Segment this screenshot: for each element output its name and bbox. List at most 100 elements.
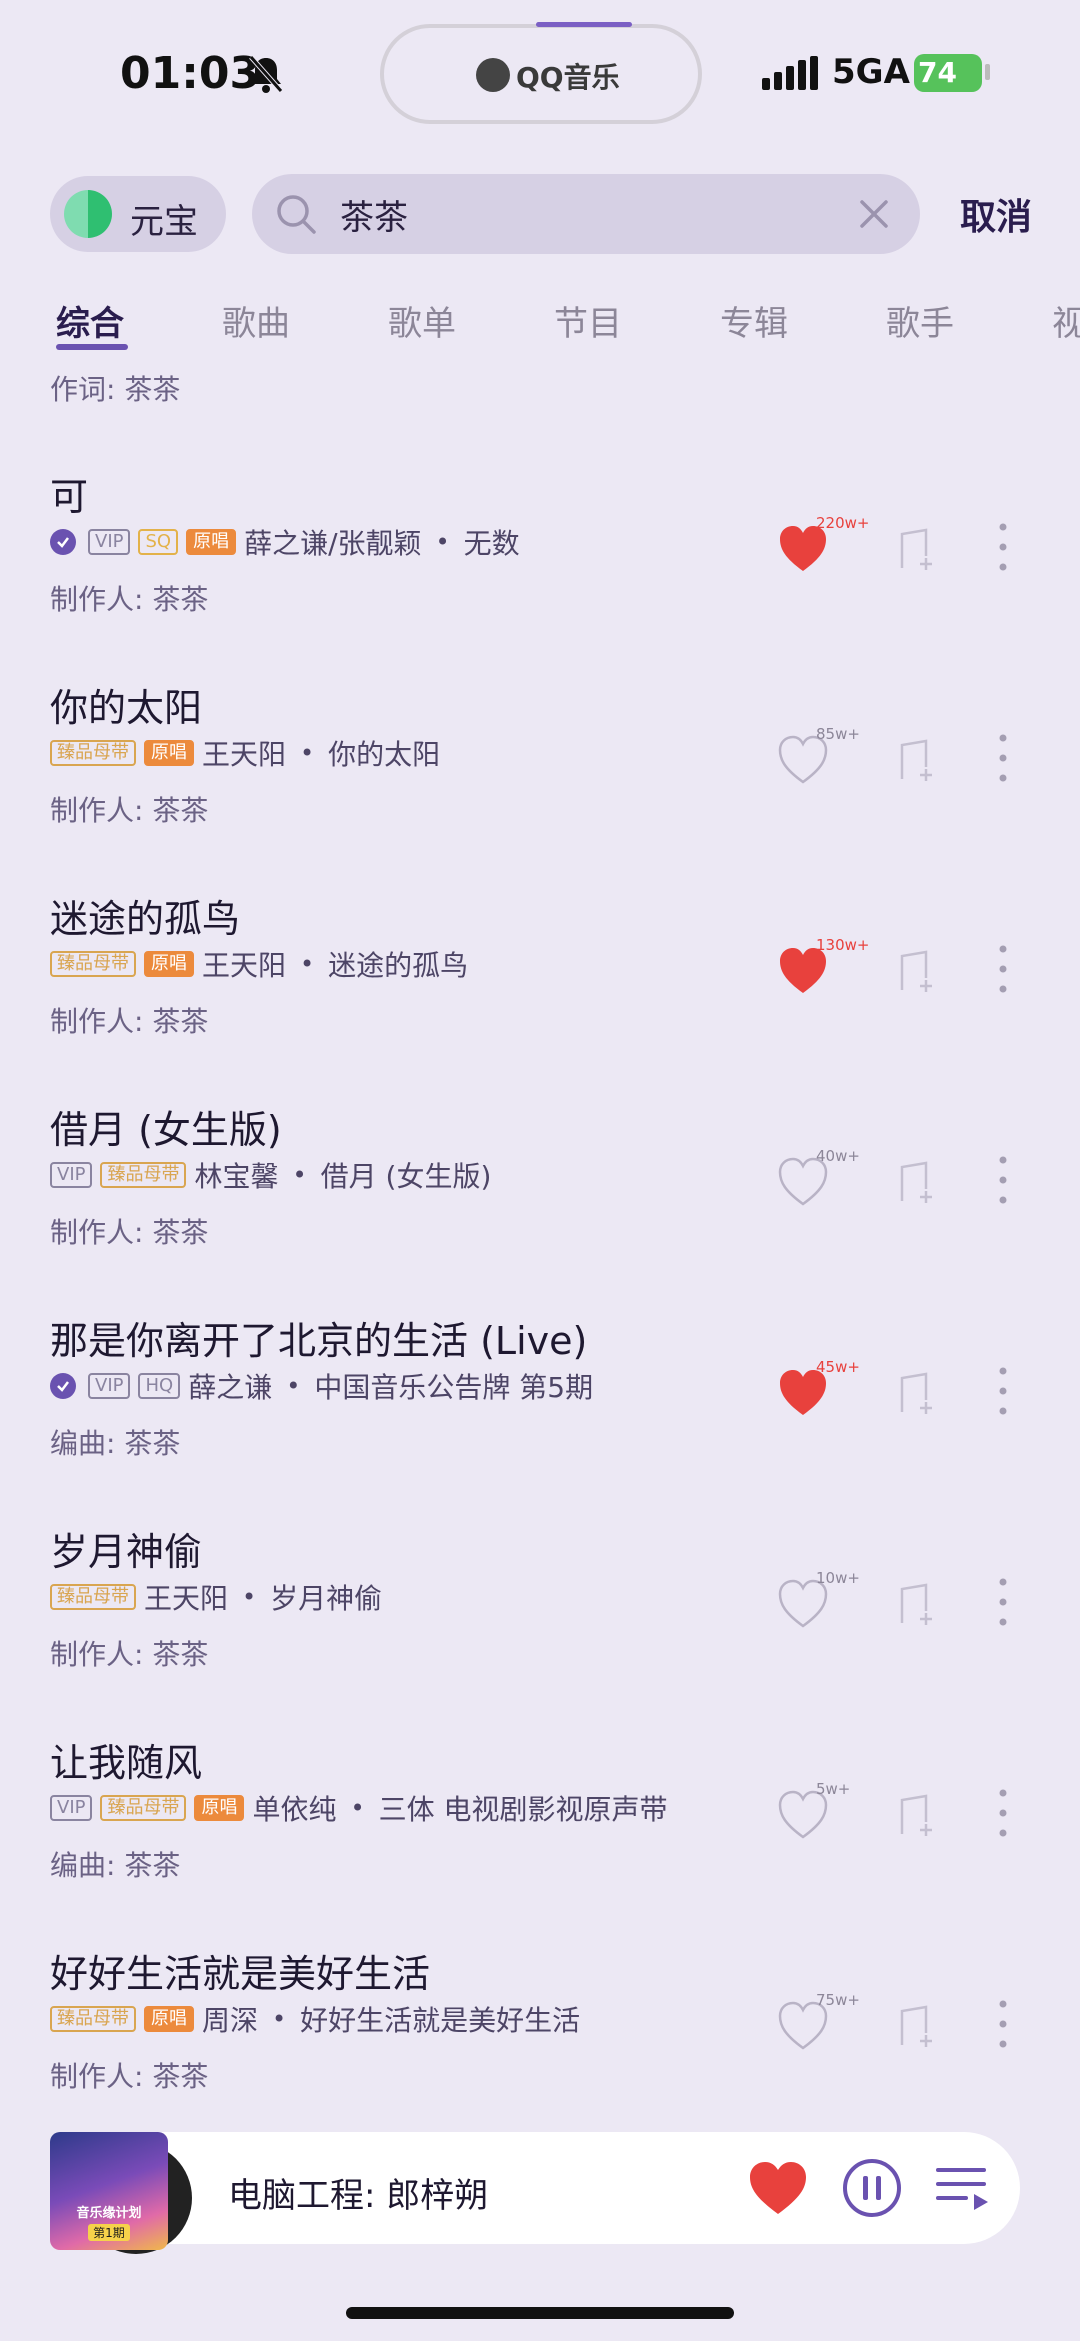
song-title: 那是你离开了北京的生活 (Live) [50, 1319, 588, 1363]
song-credit: 编曲: 茶茶 [50, 1849, 181, 1882]
tab-playlists[interactable]: 歌单 [388, 296, 456, 345]
master-tape-badge: 臻品母带 [50, 1584, 136, 1610]
signal-icon [762, 56, 818, 90]
song-album: 你的太阳 [328, 738, 441, 771]
sq-badge: SQ [138, 529, 179, 555]
song-meta: VIP 臻品母带 原唱 单依纯 • 三体 电视剧影视原声带 [50, 1790, 668, 1826]
song-row[interactable]: 你的太阳 臻品母带 原唱 王天阳 • 你的太阳 制作人: 茶茶 85w+ [0, 677, 1080, 888]
yuanbao-button[interactable]: 元宝 [50, 176, 226, 252]
separator-dot: • [300, 950, 315, 978]
like-count: 10w+ [816, 1569, 860, 1587]
more-icon[interactable] [996, 731, 1010, 785]
master-tape-badge: 臻品母带 [50, 951, 136, 977]
song-row[interactable]: 可 VIP SQ 原唱 薛之谦/张靓颖 • 无数 制作人: 茶茶 220w+ [0, 466, 1080, 677]
like-count: 75w+ [816, 1991, 860, 2009]
playlist-icon[interactable] [936, 2164, 990, 2212]
song-row[interactable]: 迷途的孤鸟 臻品母带 原唱 王天阳 • 迷途的孤鸟 制作人: 茶茶 130w+ [0, 888, 1080, 1099]
battery-indicator: 74 [914, 54, 982, 92]
song-row[interactable]: 借月 (女生版) VIP 臻品母带 林宝馨 • 借月 (女生版) 制作人: 茶茶 40w+ [0, 1099, 1080, 1310]
heart-icon[interactable] [748, 2160, 808, 2216]
like-count: 45w+ [816, 1358, 860, 1376]
song-row[interactable]: 让我随风 VIP 臻品母带 原唱 单依纯 • 三体 电视剧影视原声带 编曲: 茶茶 5w+ [0, 1732, 1080, 1943]
status-bar: 01:03 QQ音乐 5GA 74 [0, 0, 1080, 150]
more-icon[interactable] [996, 520, 1010, 574]
more-icon[interactable] [996, 1997, 1010, 2051]
cancel-button[interactable]: 取消 [960, 188, 1032, 240]
separator-dot: • [292, 1161, 307, 1189]
island-progress-line [536, 22, 632, 27]
vip-badge: VIP [50, 1162, 93, 1188]
more-icon[interactable] [996, 1786, 1010, 1840]
now-playing-title[interactable]: 电脑工程: 郎梓朔 [228, 2168, 488, 2217]
song-album: 迷途的孤鸟 [328, 949, 469, 982]
song-artist: 王天阳 [202, 949, 287, 982]
song-meta: 臻品母带 原唱 周深 • 好好生活就是美好生活 [50, 2001, 580, 2037]
song-title: 岁月神偷 [50, 1530, 203, 1574]
song-credit: 编曲: 茶茶 [50, 1427, 181, 1460]
master-tape-badge: 臻品母带 [50, 2006, 136, 2032]
like-count: 40w+ [816, 1147, 860, 1165]
qq-music-logo-icon [476, 58, 510, 92]
add-to-playlist-icon[interactable] [896, 948, 942, 994]
tab-songs[interactable]: 歌曲 [222, 296, 290, 345]
song-title: 迷途的孤鸟 [50, 897, 241, 941]
album-cover[interactable]: 音乐缘计划 第1期 [50, 2132, 168, 2250]
category-tabs: 综合 歌曲 歌单 节目 专辑 歌手 视 [0, 290, 1080, 354]
song-meta: 臻品母带 原唱 王天阳 • 你的太阳 [50, 735, 440, 771]
song-album: 中国音乐公告牌 第5期 [314, 1371, 594, 1404]
song-title: 让我随风 [50, 1741, 203, 1785]
add-to-playlist-icon[interactable] [896, 1159, 942, 1205]
tab-all[interactable]: 综合 [56, 296, 124, 345]
separator-dot: • [435, 528, 450, 556]
song-row[interactable]: 那是你离开了北京的生活 (Live) VIP HQ 薛之谦 • 中国音乐公告牌 第5期 编曲… [0, 1310, 1080, 1521]
tab-albums[interactable]: 专辑 [720, 296, 788, 345]
home-indicator[interactable] [346, 2307, 734, 2319]
cover-text: 音乐缘计划 [76, 2206, 142, 2221]
original-badge: 原唱 [194, 1795, 245, 1821]
verified-check-icon [50, 529, 76, 555]
song-credit: 制作人: 茶茶 [50, 2060, 209, 2093]
island-app-name: QQ音乐 [516, 61, 620, 94]
separator-dot: • [272, 2005, 287, 2033]
add-to-playlist-icon[interactable] [896, 1792, 942, 1838]
add-to-playlist-icon[interactable] [896, 1370, 942, 1416]
song-row[interactable]: 岁月神偷 臻品母带 王天阳 • 岁月神偷 制作人: 茶茶 10w+ [0, 1521, 1080, 1732]
more-icon[interactable] [996, 1153, 1010, 1207]
song-title: 好好生活就是美好生活 [50, 1952, 431, 1996]
like-count: 220w+ [816, 514, 870, 532]
separator-dot: • [350, 1794, 365, 1822]
more-icon[interactable] [996, 942, 1010, 996]
add-to-playlist-icon[interactable] [896, 1581, 942, 1627]
master-tape-badge: 臻品母带 [100, 1162, 187, 1188]
song-credit: 制作人: 茶茶 [50, 583, 209, 616]
vip-badge: VIP [50, 1795, 93, 1821]
more-icon[interactable] [996, 1364, 1010, 1418]
pause-icon[interactable] [842, 2158, 902, 2218]
add-to-playlist-icon[interactable] [896, 737, 942, 783]
song-title: 你的太阳 [50, 686, 203, 730]
song-album: 无数 [463, 527, 520, 560]
song-album: 三体 电视剧影视原声带 [378, 1793, 668, 1826]
tab-artists[interactable]: 歌手 [886, 296, 954, 345]
search-input[interactable] [340, 186, 820, 242]
vip-badge: VIP [88, 529, 131, 555]
yuanbao-label: 元宝 [130, 202, 198, 242]
add-to-playlist-icon[interactable] [896, 526, 942, 572]
yuanbao-logo-icon [64, 190, 112, 238]
song-album: 好好生活就是美好生活 [300, 2004, 581, 2037]
like-count: 5w+ [816, 1780, 851, 1798]
song-title: 可 [50, 475, 89, 519]
status-time: 01:03 [120, 48, 261, 99]
song-row[interactable]: 好好生活就是美好生活 臻品母带 原唱 周深 • 好好生活就是美好生活 制作人: 茶茶 75w+ [0, 1943, 1080, 2154]
add-to-playlist-icon[interactable] [896, 2003, 942, 2049]
clear-icon[interactable] [856, 196, 892, 232]
search-box[interactable] [252, 174, 920, 254]
hq-badge: HQ [138, 1373, 181, 1399]
battery-tip [985, 64, 990, 80]
original-badge: 原唱 [144, 740, 194, 766]
tab-programs[interactable]: 节目 [554, 296, 622, 345]
tab-videos[interactable]: 视 [1052, 296, 1080, 345]
song-meta: 臻品母带 王天阳 • 岁月神偷 [50, 1579, 382, 1615]
original-badge: 原唱 [144, 2006, 194, 2032]
more-icon[interactable] [996, 1575, 1010, 1629]
